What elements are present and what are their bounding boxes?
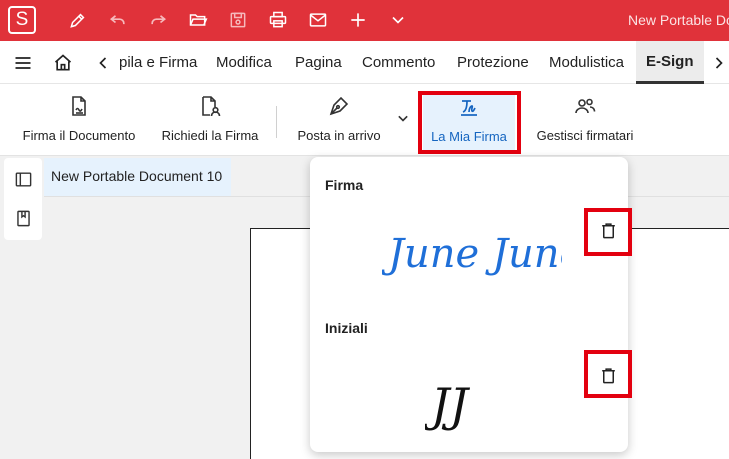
tab-e-sign[interactable]: E-Sign [636, 41, 704, 84]
title-bar: S New Portable Do [0, 0, 729, 41]
side-panel [4, 158, 42, 240]
tab-pagina[interactable]: Pagina [295, 41, 342, 84]
richiedi-la-firma-button[interactable]: Richiedi la Firma [160, 92, 260, 148]
posta-in-arrivo-button[interactable]: Posta in arrivo [294, 92, 384, 148]
chevron-right-icon[interactable] [707, 51, 729, 75]
firma-heading: Firma [325, 177, 364, 193]
panel-toggle-icon[interactable] [12, 168, 34, 190]
plus-icon[interactable] [346, 8, 370, 32]
my-signature-icon [461, 100, 477, 116]
chevron-down-icon[interactable] [386, 8, 410, 32]
print-icon[interactable] [266, 8, 290, 32]
la-mia-firma-button[interactable]: La Mia Firma [423, 93, 515, 151]
undo-icon[interactable] [106, 8, 130, 32]
tab-modifica[interactable]: Modifica [216, 41, 272, 84]
tab-protezione[interactable]: Protezione [457, 41, 529, 84]
request-signature-icon [202, 96, 221, 117]
initials-preview[interactable]: JJ [425, 369, 515, 435]
sign-document-icon [72, 96, 86, 116]
initials-text: JJ [425, 378, 470, 432]
iniziali-heading: Iniziali [325, 320, 368, 336]
mail-icon[interactable] [306, 8, 330, 32]
gestisci-firmatari-button[interactable]: Gestisci firmatari [532, 92, 638, 148]
tab-compila-e-firma[interactable]: pila e Firma [119, 41, 197, 84]
hamburger-menu-icon[interactable] [11, 51, 35, 75]
bookmark-icon[interactable] [12, 207, 34, 229]
redo-icon[interactable] [146, 8, 170, 32]
signature-text: June June [382, 231, 562, 277]
e-sign-ribbon: Firma il Documento Richiedi la Firma Pos… [0, 84, 729, 156]
chevron-left-icon[interactable] [91, 51, 115, 75]
delete-signature-icon[interactable] [596, 218, 620, 242]
pen-nib-icon [329, 96, 349, 116]
tab-commento[interactable]: Commento [362, 41, 435, 84]
home-icon[interactable] [51, 51, 75, 75]
folder-open-icon[interactable] [186, 8, 210, 32]
tab-modulistica[interactable]: Modulistica [549, 41, 624, 84]
document-tab[interactable]: New Portable Document 10 [44, 158, 231, 196]
posta-dropdown-chevron-icon[interactable] [391, 106, 415, 130]
firma-il-documento-button[interactable]: Firma il Documento [20, 92, 138, 148]
signature-preview[interactable]: June June [382, 217, 562, 287]
menu-bar: pila e Firma Modifica Pagina Commento Pr… [0, 41, 729, 84]
window-document-title: New Portable Do [628, 12, 729, 28]
users-icon [575, 98, 596, 114]
pen-icon[interactable] [66, 8, 90, 32]
save-icon[interactable] [226, 8, 250, 32]
app-logo: S [8, 6, 36, 34]
ribbon-separator [276, 106, 277, 138]
my-signature-popup: Firma June June Iniziali JJ [310, 157, 628, 452]
delete-initials-icon[interactable] [596, 363, 620, 387]
